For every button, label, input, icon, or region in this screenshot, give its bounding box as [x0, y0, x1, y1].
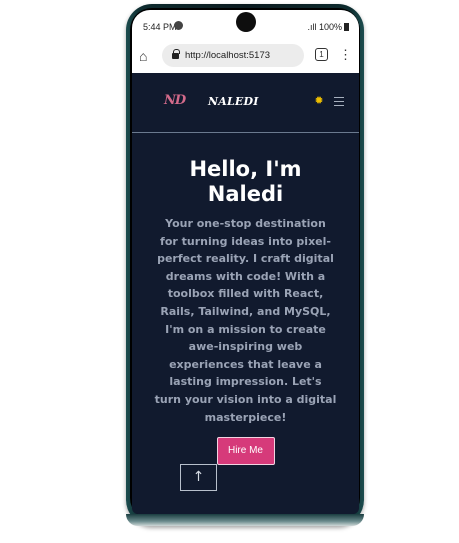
hero-description: Your one-stop destination for turning id…	[154, 217, 337, 424]
notification-icon	[174, 21, 183, 30]
status-right: .ıll 100%	[307, 22, 349, 32]
status-time: 5:44 PM	[143, 22, 177, 32]
hire-me-button[interactable]: Hire Me	[216, 437, 275, 466]
phone-bottom-edge	[126, 514, 364, 526]
arrow-up-icon: ↑	[192, 469, 205, 485]
hamburger-menu-icon[interactable]	[334, 97, 344, 106]
scroll-to-top-button[interactable]: ↑	[180, 464, 217, 491]
hero-title: Hello, I'm Naledi	[189, 157, 302, 206]
site-navbar: ND NALEDI ✹	[132, 73, 359, 133]
battery-percent: 100%	[318, 22, 342, 32]
battery-icon	[344, 23, 349, 31]
address-bar[interactable]: http://localhost:5173	[162, 44, 304, 67]
logo-icon[interactable]: ND	[164, 93, 186, 108]
camera-notch	[236, 12, 256, 32]
signal-icon: .ıll	[307, 22, 317, 32]
browser-menu-icon[interactable]: ⋮	[339, 45, 352, 65]
sun-icon[interactable]: ✹	[313, 95, 325, 107]
tab-switcher-button[interactable]: 1	[315, 48, 328, 61]
lock-icon	[172, 48, 180, 60]
home-icon[interactable]: ⌂	[139, 48, 155, 64]
status-bar: 5:44 PM .ıll 100%	[132, 10, 359, 43]
browser-toolbar: ⌂ http://localhost:5173 1 ⋮	[132, 43, 359, 73]
phone-screen: 5:44 PM .ıll 100% ⌂ http://localhost:517…	[132, 10, 359, 514]
hero-section: Hello, I'm Naledi Your one-stop destinat…	[132, 133, 359, 466]
url-text: http://localhost:5173	[185, 50, 271, 61]
brand-name[interactable]: NALEDI	[208, 95, 259, 108]
